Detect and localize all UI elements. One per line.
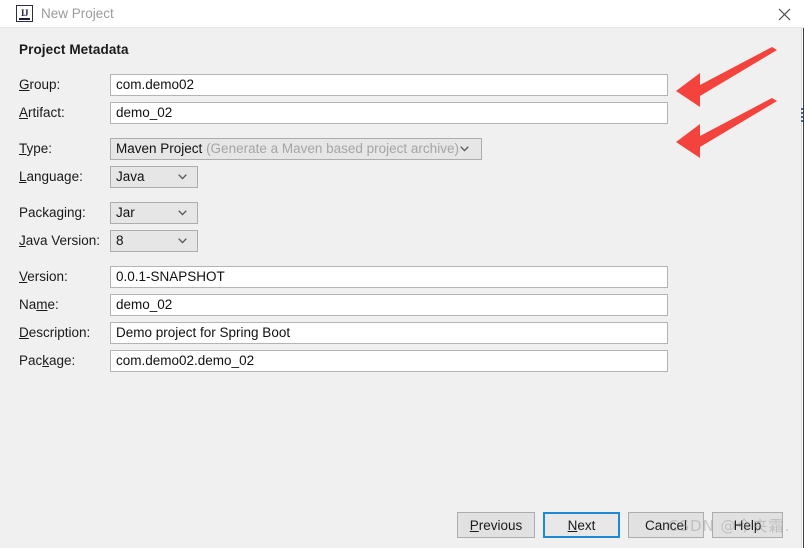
chevron-down-icon [178, 174, 187, 180]
help-button[interactable]: Help [712, 512, 783, 538]
type-hint: (Generate a Maven based project archive) [206, 141, 459, 156]
chevron-down-icon [460, 146, 469, 152]
new-project-dialog: IJ New Project Project Metadata Group: c… [0, 0, 804, 548]
packaging-value: Jar [116, 205, 135, 220]
description-field[interactable]: Demo project for Spring Boot [110, 322, 668, 344]
name-field[interactable]: demo_02 [110, 294, 668, 316]
intellij-idea-icon: IJ [16, 5, 33, 22]
type-value: Maven Project [116, 141, 203, 156]
type-dropdown[interactable]: Maven Project (Generate a Maven based pr… [110, 138, 482, 160]
label-description: Description: [19, 325, 91, 340]
language-dropdown[interactable]: Java [110, 166, 198, 188]
package-field[interactable]: com.demo02.demo_02 [110, 350, 668, 372]
chevron-down-icon [178, 238, 187, 244]
title-bar: IJ New Project [0, 0, 804, 28]
chevron-down-icon [178, 210, 187, 216]
label-artifact: Artifact: [19, 105, 65, 120]
label-group: Group: [19, 77, 61, 92]
group-field[interactable]: com.demo02 [110, 74, 668, 96]
label-name: Name: [19, 297, 59, 312]
next-button[interactable]: Next [543, 512, 620, 538]
label-packaging: Packaging: [19, 205, 86, 220]
previous-button[interactable]: Previous [457, 512, 535, 538]
page-title: Project Metadata [19, 42, 129, 57]
close-icon[interactable] [764, 0, 804, 28]
java-version-value: 8 [116, 233, 124, 248]
cancel-button[interactable]: Cancel [628, 512, 704, 538]
artifact-field[interactable]: demo_02 [110, 102, 668, 124]
version-field[interactable]: 0.0.1-SNAPSHOT [110, 266, 668, 288]
label-type: Type: [19, 141, 53, 156]
label-version: Version: [19, 269, 68, 284]
window-title: New Project [41, 6, 114, 21]
java-version-dropdown[interactable]: 8 [110, 230, 198, 252]
dialog-content: Project Metadata Group: com.demo02 Artif… [0, 28, 800, 548]
edge-marker [801, 108, 803, 124]
language-value: Java [116, 169, 145, 184]
label-java-version: Java Version: [19, 233, 101, 248]
label-language: Language: [19, 169, 83, 184]
packaging-dropdown[interactable]: Jar [110, 202, 198, 224]
label-package: Package: [19, 353, 76, 368]
